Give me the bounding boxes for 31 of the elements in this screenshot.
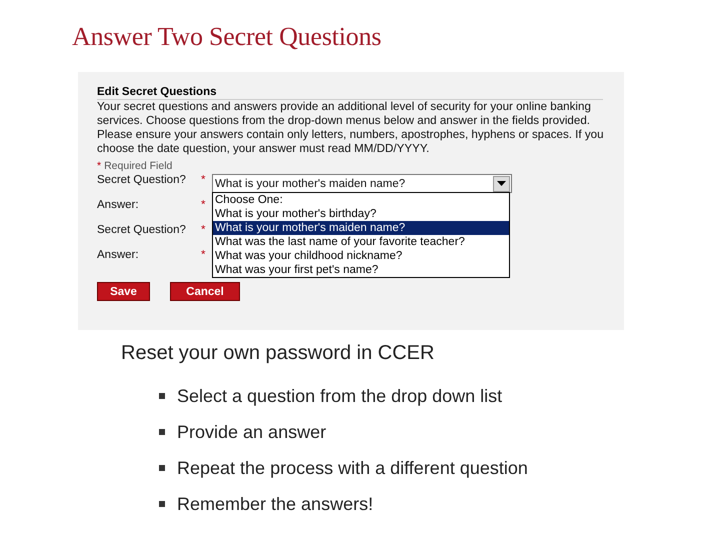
bullet-text: Repeat the process with a different question xyxy=(177,458,528,478)
dropdown-option[interactable]: What was your childhood nickname? xyxy=(213,249,509,263)
bullet-icon xyxy=(159,393,165,399)
bullet-text: Select a question from the drop down list xyxy=(177,386,502,406)
bullet-text: Provide an answer xyxy=(177,422,326,442)
field-label: Answer: xyxy=(97,249,140,261)
required-mark: * xyxy=(97,160,102,172)
bullet-icon xyxy=(159,429,165,435)
body-heading: Reset your own password in CCER xyxy=(121,342,436,365)
required-mark: * xyxy=(201,224,206,236)
bullet-icon xyxy=(159,501,165,507)
form-heading: Edit Secret Questions xyxy=(97,86,603,100)
field-label: Secret Question? xyxy=(97,174,187,186)
dropdown-option[interactable]: What was the last name of your favorite teacher? xyxy=(213,235,509,249)
required-mark: * xyxy=(201,199,206,211)
cancel-button[interactable]: Cancel xyxy=(170,282,240,301)
bullet-text: Remember the answers! xyxy=(177,494,374,514)
bullet-icon xyxy=(159,465,165,471)
question-dropdown[interactable]: What is your mother's maiden name? xyxy=(212,174,512,193)
slide-title: Answer Two Secret Questions xyxy=(72,22,382,52)
dropdown-option[interactable]: Choose One: xyxy=(213,193,509,207)
required-note: Required Field xyxy=(104,160,172,172)
dropdown-option[interactable]: What was your first pet's name? xyxy=(213,263,509,277)
dropdown-option[interactable]: What is your mother's birthday? xyxy=(213,207,509,221)
form-intro: Your secret questions and answers provide an additional level of security for your online banking services. Choose questions from the drop-down menus below and answer in the fields provided. Please ensure your answers contain only letters, numbers, apostrophes, hyphens or spaces. If you choose the date question, your answer must read MM/DD/YYYY. xyxy=(97,100,605,156)
field-label: Secret Question? xyxy=(97,224,187,236)
save-button[interactable]: Save xyxy=(97,282,150,301)
dropdown-option[interactable]: What is your mother's maiden name? xyxy=(213,221,509,235)
field-label: Answer: xyxy=(97,199,140,211)
required-mark: * xyxy=(201,174,206,186)
required-mark: * xyxy=(201,249,206,261)
